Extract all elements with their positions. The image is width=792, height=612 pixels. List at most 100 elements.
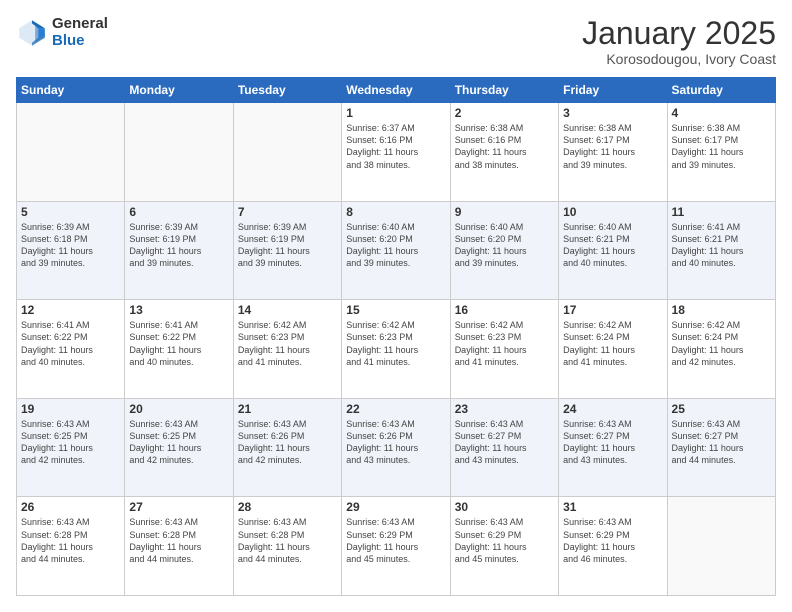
calendar-cell: 24Sunrise: 6:43 AM Sunset: 6:27 PM Dayli…	[559, 398, 667, 497]
calendar-day-header: Thursday	[450, 78, 558, 103]
logo-general-text: General	[52, 16, 108, 33]
day-number: 26	[21, 500, 120, 514]
logo-blue-text: Blue	[52, 33, 108, 50]
day-info: Sunrise: 6:43 AM Sunset: 6:28 PM Dayligh…	[129, 516, 228, 565]
day-info: Sunrise: 6:43 AM Sunset: 6:29 PM Dayligh…	[563, 516, 662, 565]
day-number: 4	[672, 106, 771, 120]
calendar-cell: 14Sunrise: 6:42 AM Sunset: 6:23 PM Dayli…	[233, 300, 341, 399]
page: General Blue January 2025 Korosodougou, …	[0, 0, 792, 612]
calendar-cell: 2 Sunrise: 6:38 AM Sunset: 6:16 PM Daylig…	[450, 103, 558, 202]
day-info: Sunrise: 6:38 AM Sunset: 6:16 PM Dayligh…	[455, 122, 554, 171]
day-info: Sunrise: 6:43 AM Sunset: 6:27 PM Dayligh…	[455, 418, 554, 467]
day-info: Sunrise: 6:43 AM Sunset: 6:25 PM Dayligh…	[129, 418, 228, 467]
day-number: 10	[563, 205, 662, 219]
day-number: 19	[21, 402, 120, 416]
day-info: Sunrise: 6:41 AM Sunset: 6:22 PM Dayligh…	[21, 319, 120, 368]
calendar-cell: 5 Sunrise: 6:39 AM Sunset: 6:18 PM Daylig…	[17, 201, 125, 300]
logo-text: General Blue	[52, 16, 108, 49]
day-info: Sunrise: 6:42 AM Sunset: 6:23 PM Dayligh…	[455, 319, 554, 368]
day-info: Sunrise: 6:42 AM Sunset: 6:23 PM Dayligh…	[346, 319, 445, 368]
calendar-cell: 8 Sunrise: 6:40 AM Sunset: 6:20 PM Daylig…	[342, 201, 450, 300]
day-number: 2	[455, 106, 554, 120]
day-number: 6	[129, 205, 228, 219]
calendar-week-row: 12Sunrise: 6:41 AM Sunset: 6:22 PM Dayli…	[17, 300, 776, 399]
day-info: Sunrise: 6:39 AM Sunset: 6:19 PM Dayligh…	[238, 221, 337, 270]
month-title: January 2025	[582, 16, 776, 51]
day-number: 16	[455, 303, 554, 317]
calendar-cell: 19 Sunrise: 6:43 AM Sunset: 6:25 PM Dayli…	[17, 398, 125, 497]
calendar-cell: 27 Sunrise: 6:43 AM Sunset: 6:28 PM Dayli…	[125, 497, 233, 596]
day-number: 14	[238, 303, 337, 317]
calendar-cell: 31 Sunrise: 6:43 AM Sunset: 6:29 PM Dayli…	[559, 497, 667, 596]
day-number: 28	[238, 500, 337, 514]
day-number: 30	[455, 500, 554, 514]
header: General Blue January 2025 Korosodougou, …	[16, 16, 776, 67]
day-info: Sunrise: 6:38 AM Sunset: 6:17 PM Dayligh…	[672, 122, 771, 171]
day-info: Sunrise: 6:41 AM Sunset: 6:22 PM Dayligh…	[129, 319, 228, 368]
day-number: 23	[455, 402, 554, 416]
day-info: Sunrise: 6:37 AM Sunset: 6:16 PM Dayligh…	[346, 122, 445, 171]
calendar-cell: 13Sunrise: 6:41 AM Sunset: 6:22 PM Dayli…	[125, 300, 233, 399]
day-info: Sunrise: 6:42 AM Sunset: 6:24 PM Dayligh…	[672, 319, 771, 368]
calendar-cell: 22Sunrise: 6:43 AM Sunset: 6:26 PM Dayli…	[342, 398, 450, 497]
calendar-cell: 25 Sunrise: 6:43 AM Sunset: 6:27 PM Dayli…	[667, 398, 775, 497]
day-number: 5	[21, 205, 120, 219]
day-number: 11	[672, 205, 771, 219]
calendar-day-header: Tuesday	[233, 78, 341, 103]
day-number: 31	[563, 500, 662, 514]
calendar-cell	[125, 103, 233, 202]
day-number: 25	[672, 402, 771, 416]
calendar-cell: 26Sunrise: 6:43 AM Sunset: 6:28 PM Dayli…	[17, 497, 125, 596]
calendar-week-row: 5 Sunrise: 6:39 AM Sunset: 6:18 PM Daylig…	[17, 201, 776, 300]
day-number: 9	[455, 205, 554, 219]
day-info: Sunrise: 6:43 AM Sunset: 6:29 PM Dayligh…	[455, 516, 554, 565]
day-info: Sunrise: 6:43 AM Sunset: 6:27 PM Dayligh…	[672, 418, 771, 467]
day-number: 29	[346, 500, 445, 514]
calendar-cell: 4 Sunrise: 6:38 AM Sunset: 6:17 PM Daylig…	[667, 103, 775, 202]
day-info: Sunrise: 6:39 AM Sunset: 6:18 PM Dayligh…	[21, 221, 120, 270]
calendar-cell	[17, 103, 125, 202]
calendar-cell: 16 Sunrise: 6:42 AM Sunset: 6:23 PM Dayli…	[450, 300, 558, 399]
calendar-day-header: Wednesday	[342, 78, 450, 103]
calendar-cell: 3Sunrise: 6:38 AM Sunset: 6:17 PM Daylig…	[559, 103, 667, 202]
day-number: 8	[346, 205, 445, 219]
calendar-header-row: SundayMondayTuesdayWednesdayThursdayFrid…	[17, 78, 776, 103]
calendar-cell: 7Sunrise: 6:39 AM Sunset: 6:19 PM Daylig…	[233, 201, 341, 300]
day-number: 21	[238, 402, 337, 416]
day-number: 20	[129, 402, 228, 416]
day-info: Sunrise: 6:39 AM Sunset: 6:19 PM Dayligh…	[129, 221, 228, 270]
day-info: Sunrise: 6:40 AM Sunset: 6:20 PM Dayligh…	[346, 221, 445, 270]
day-number: 1	[346, 106, 445, 120]
calendar-cell: 6 Sunrise: 6:39 AM Sunset: 6:19 PM Daylig…	[125, 201, 233, 300]
day-info: Sunrise: 6:40 AM Sunset: 6:20 PM Dayligh…	[455, 221, 554, 270]
day-info: Sunrise: 6:43 AM Sunset: 6:25 PM Dayligh…	[21, 418, 120, 467]
day-number: 24	[563, 402, 662, 416]
day-info: Sunrise: 6:40 AM Sunset: 6:21 PM Dayligh…	[563, 221, 662, 270]
day-info: Sunrise: 6:43 AM Sunset: 6:28 PM Dayligh…	[238, 516, 337, 565]
calendar-cell: 11Sunrise: 6:41 AM Sunset: 6:21 PM Dayli…	[667, 201, 775, 300]
header-right: January 2025 Korosodougou, Ivory Coast	[582, 16, 776, 67]
day-number: 27	[129, 500, 228, 514]
day-number: 18	[672, 303, 771, 317]
day-info: Sunrise: 6:43 AM Sunset: 6:26 PM Dayligh…	[346, 418, 445, 467]
calendar-cell: 17Sunrise: 6:42 AM Sunset: 6:24 PM Dayli…	[559, 300, 667, 399]
calendar-cell: 15 Sunrise: 6:42 AM Sunset: 6:23 PM Dayli…	[342, 300, 450, 399]
calendar-day-header: Sunday	[17, 78, 125, 103]
calendar-day-header: Saturday	[667, 78, 775, 103]
calendar-cell	[233, 103, 341, 202]
calendar-week-row: 1 Sunrise: 6:37 AM Sunset: 6:16 PM Daylig…	[17, 103, 776, 202]
calendar-table: SundayMondayTuesdayWednesdayThursdayFrid…	[16, 77, 776, 596]
calendar-week-row: 26 Sunrise: 6:43 AM Sunset: 6:28 PM Dayli…	[17, 497, 776, 596]
logo-icon	[16, 17, 48, 49]
day-number: 17	[563, 303, 662, 317]
calendar-cell: 9 Sunrise: 6:40 AM Sunset: 6:20 PM Daylig…	[450, 201, 558, 300]
calendar-day-header: Friday	[559, 78, 667, 103]
calendar-cell: 21Sunrise: 6:43 AM Sunset: 6:26 PM Dayli…	[233, 398, 341, 497]
calendar-week-row: 19 Sunrise: 6:43 AM Sunset: 6:25 PM Dayli…	[17, 398, 776, 497]
day-number: 15	[346, 303, 445, 317]
calendar-cell: 30 Sunrise: 6:43 AM Sunset: 6:29 PM Dayli…	[450, 497, 558, 596]
calendar-cell: 10 Sunrise: 6:40 AM Sunset: 6:21 PM Dayli…	[559, 201, 667, 300]
day-number: 3	[563, 106, 662, 120]
calendar-cell: 18 Sunrise: 6:42 AM Sunset: 6:24 PM Dayli…	[667, 300, 775, 399]
calendar-cell: 12Sunrise: 6:41 AM Sunset: 6:22 PM Dayli…	[17, 300, 125, 399]
